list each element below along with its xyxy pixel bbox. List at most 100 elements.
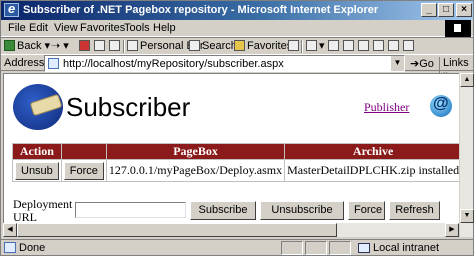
scroll-up-button[interactable]: ▲ <box>460 73 474 87</box>
maximize-button[interactable]: □ <box>438 3 454 17</box>
subscriber-logo-icon <box>13 84 63 130</box>
action-cell: Unsub <box>12 159 62 182</box>
related-icon <box>388 40 399 51</box>
unsub-button[interactable]: Unsub <box>15 161 59 180</box>
research-icon <box>403 40 414 51</box>
pagebox-cell: 127.0.0.1/myPageBox/Deploy.asmx <box>105 159 286 182</box>
toolbar: Back ▾ ➝ ▾ Personal Bar Search Favorites… <box>1 37 473 54</box>
favorites-button[interactable]: Favorites <box>234 39 292 54</box>
force-row-button[interactable]: Force <box>63 161 104 180</box>
address-label: Address <box>4 57 45 69</box>
horizontal-scrollbar[interactable]: ◀ ▶ <box>3 223 459 237</box>
back-button[interactable]: Back ▾ <box>4 39 50 54</box>
security-zone-label: Local intranet <box>373 242 440 254</box>
ie-app-icon[interactable] <box>4 1 19 17</box>
discuss-icon <box>358 40 369 51</box>
menu-edit[interactable]: Edit <box>29 22 48 34</box>
address-dropdown-button[interactable]: ▼ <box>390 56 404 71</box>
browser-window: Subscriber of .NET Pagebox repository - … <box>0 0 474 256</box>
intranet-zone-icon <box>358 243 370 253</box>
links-label: Links <box>443 57 469 69</box>
favorites-icon <box>234 40 245 51</box>
at-sign-icon[interactable] <box>430 95 452 117</box>
menu-help[interactable]: Help <box>153 22 176 34</box>
print-button[interactable] <box>328 39 341 54</box>
home-icon <box>109 40 120 51</box>
scroll-down-button[interactable]: ▼ <box>460 209 474 223</box>
unsubscribe-button[interactable]: Unsubscribe <box>260 201 344 220</box>
force-cell: Force <box>60 159 107 182</box>
minimize-button[interactable]: _ <box>421 3 437 17</box>
address-bar: Address http://localhost/myRepository/su… <box>1 54 473 81</box>
subscribe-button[interactable]: Subscribe <box>190 201 256 220</box>
close-button[interactable]: × <box>456 3 472 17</box>
mail-button[interactable]: ▾ <box>306 39 325 54</box>
back-label: Back <box>17 40 42 52</box>
home-button[interactable] <box>109 39 122 54</box>
status-bar: Done Local intranet <box>1 239 473 255</box>
toolbar-separator <box>301 40 303 53</box>
archive-cell: MasterDetailDPLCHK.zip installed <box>284 159 459 182</box>
status-text: Done <box>19 242 46 254</box>
discuss-button[interactable] <box>358 39 371 54</box>
messenger-button[interactable] <box>373 39 386 54</box>
edit-icon <box>343 40 354 51</box>
deployment-url-label: Deployment URL <box>13 198 72 224</box>
status-pane <box>281 241 303 255</box>
back-arrow-icon <box>4 40 15 51</box>
status-pane <box>329 241 351 255</box>
search-icon <box>189 40 200 51</box>
search-label: Search <box>202 40 237 52</box>
page-content: Subscriber Publisher Action PageBox Arch… <box>3 73 459 237</box>
force-button[interactable]: Force <box>348 201 385 220</box>
horizontal-scroll-thumb[interactable] <box>17 223 337 237</box>
page-title: Subscriber <box>66 92 191 122</box>
stop-icon <box>79 40 90 51</box>
deployment-url-input[interactable] <box>75 202 186 218</box>
subscription-table: Action PageBox Archive Unsub Force 127.0… <box>12 143 459 182</box>
refresh-icon <box>94 40 105 51</box>
go-label: Go <box>419 58 434 70</box>
refresh-page-button[interactable]: Refresh <box>389 201 440 220</box>
column-header-pagebox: PageBox <box>105 143 286 160</box>
stop-button[interactable] <box>79 39 92 54</box>
address-url: http://localhost/myRepository/subscriber… <box>63 58 284 70</box>
column-header-archive: Archive <box>284 143 459 160</box>
scroll-left-button[interactable]: ◀ <box>3 223 17 237</box>
scroll-right-button[interactable]: ▶ <box>445 223 459 237</box>
print-icon <box>328 40 339 51</box>
edit-button[interactable] <box>343 39 356 54</box>
menu-bar: File Edit View Favorites Tools Help <box>1 20 473 37</box>
forward-button[interactable]: ➝ ▾ <box>51 39 69 54</box>
status-pane <box>305 241 327 255</box>
publisher-link[interactable]: Publisher <box>364 100 409 115</box>
title-bar: Subscriber of .NET Pagebox repository - … <box>1 1 473 20</box>
hand-icon <box>29 93 63 117</box>
page-icon <box>48 58 59 69</box>
related-button[interactable] <box>388 39 401 54</box>
research-button[interactable] <box>403 39 416 54</box>
messenger-icon <box>373 40 384 51</box>
table-header-row: Action PageBox Archive <box>12 143 459 160</box>
menu-tools[interactable]: Tools <box>124 22 150 34</box>
column-header-action: Action <box>12 143 62 160</box>
search-button[interactable]: Search <box>189 39 237 54</box>
personal-bar-icon <box>127 40 138 51</box>
menu-favorites[interactable]: Favorites <box>80 22 125 34</box>
toolbar-separator <box>123 40 125 53</box>
page-done-icon <box>4 242 16 253</box>
history-icon <box>288 40 299 51</box>
go-button[interactable]: ➔Go <box>410 57 434 70</box>
windows-logo-icon <box>445 20 471 37</box>
column-header-blank <box>60 143 107 160</box>
window-title: Subscriber of .NET Pagebox repository - … <box>23 4 379 16</box>
table-row: Unsub Force 127.0.0.1/myPageBox/Deploy.a… <box>12 159 459 182</box>
address-input[interactable]: http://localhost/myRepository/subscriber… <box>44 55 405 72</box>
menu-view[interactable]: View <box>54 22 78 34</box>
vertical-scrollbar[interactable]: ▲ ▼ <box>459 73 474 237</box>
favorites-label: Favorites <box>247 40 293 52</box>
history-button[interactable] <box>288 39 301 54</box>
menu-file[interactable]: File <box>8 22 26 34</box>
refresh-button[interactable] <box>94 39 107 54</box>
mail-icon <box>306 40 317 51</box>
